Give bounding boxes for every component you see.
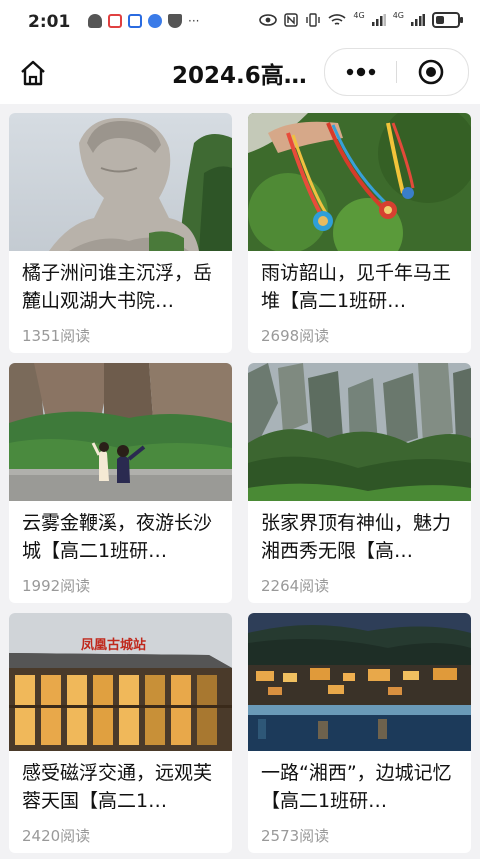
article-image (9, 113, 232, 251)
article-title: 雨访韶山，见千年马王堆【高二1班研… (261, 262, 452, 312)
battery-icon (432, 12, 463, 28)
article-card[interactable]: 张家界顶有神仙，魅力湘西秀无限【高… 2264阅读 (248, 363, 471, 603)
article-image (9, 363, 232, 501)
article-title: 张家界顶有神仙，魅力湘西秀无限【高… (261, 512, 452, 562)
station-sign: 凤凰古城站 (81, 637, 146, 653)
page-title: 2024.6高… (172, 63, 307, 89)
article-image (248, 363, 471, 501)
signal-icon-2 (411, 14, 425, 26)
article-title: 一路“湘西”，边城记忆【高二1班研… (261, 762, 452, 812)
article-card[interactable]: 一路“湘西”，边城记忆【高二1班研… 2573阅读 (248, 613, 471, 853)
article-card[interactable]: 凤凰古城站 感受磁浮交通，远观芙蓉天国【高二1… 2420阅读 (9, 613, 232, 853)
read-count: 1351阅读 (22, 327, 91, 345)
vibrate-icon (306, 13, 321, 27)
more-dots-icon[interactable] (343, 59, 379, 85)
wifi-icon (328, 14, 346, 25)
nav-bar: 2024.6高… (0, 44, 480, 104)
read-count: 2264阅读 (261, 577, 330, 595)
status-time: 2:01 (28, 12, 71, 32)
read-count: 2698阅读 (261, 327, 330, 345)
article-image: 凤凰古城站 (9, 613, 232, 751)
signal-icon (371, 14, 386, 26)
nfc-icon (284, 13, 299, 27)
read-count: 1992阅读 (22, 577, 91, 595)
bell-icon (88, 14, 102, 28)
eye-icon (259, 14, 278, 26)
app-red-icon (108, 14, 122, 28)
article-image (248, 113, 471, 251)
article-card[interactable]: 雨访韶山，见千年马王堆【高二1班研… 2698阅读 (248, 113, 471, 353)
signal-4g-1: 4G (353, 10, 365, 20)
status-bar: 2:01 ··· 4G 4G (0, 0, 480, 44)
target-close-icon[interactable] (418, 59, 444, 85)
music-icon (148, 14, 162, 28)
more-notifications: ··· (188, 14, 200, 28)
article-title: 感受磁浮交通，远观芙蓉天国【高二1… (22, 762, 213, 812)
article-title: 橘子洲问谁主沉浮，岳麓山观湖大书院… (22, 262, 213, 312)
notification-icons: ··· (88, 14, 199, 28)
mini-program-capsule (324, 48, 469, 96)
read-count: 2420阅读 (22, 827, 91, 845)
home-icon[interactable] (18, 58, 48, 88)
article-grid: 橘子洲问谁主沉浮，岳麓山观湖大书院… 1351阅读 雨访韶山，见千年马王堆【高二… (0, 104, 480, 859)
read-count: 2573阅读 (261, 827, 330, 845)
shield-icon (168, 14, 182, 28)
signal-4g-2: 4G (392, 10, 404, 20)
article-image (248, 613, 471, 751)
system-icons: 4G 4G (259, 10, 463, 28)
article-card[interactable]: 云雾金鞭溪，夜游长沙城【高二1班研… 1992阅读 (9, 363, 232, 603)
capsule-divider (396, 61, 397, 83)
app-blue-icon (128, 14, 142, 28)
article-card[interactable]: 橘子洲问谁主沉浮，岳麓山观湖大书院… 1351阅读 (9, 113, 232, 353)
article-title: 云雾金鞭溪，夜游长沙城【高二1班研… (22, 512, 213, 562)
